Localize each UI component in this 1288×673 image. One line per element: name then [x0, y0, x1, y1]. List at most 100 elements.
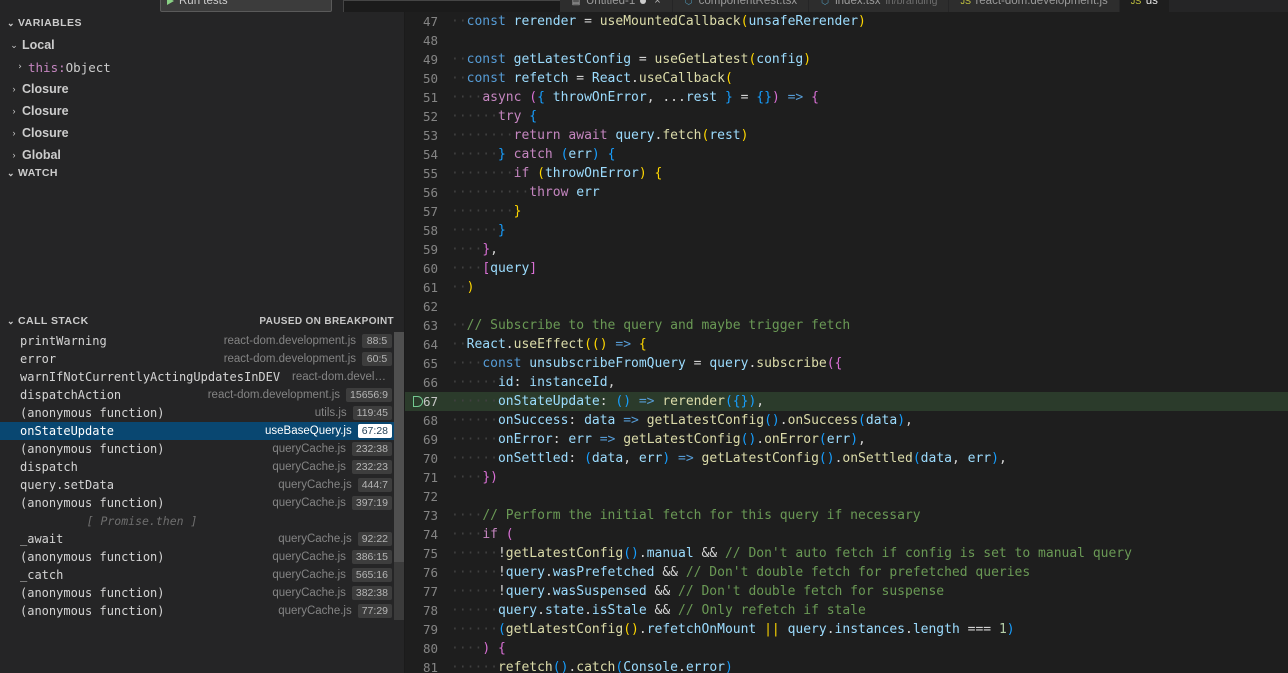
- variable-row[interactable]: › this: Object: [0, 56, 404, 78]
- editor-tab[interactable]: ▤ Untitled-1 ×: [560, 0, 673, 12]
- code-line[interactable]: 71 ····}): [405, 468, 1288, 487]
- scrollbar-thumb[interactable]: [394, 332, 404, 562]
- frame-function-name: dispatch: [20, 460, 78, 474]
- frame-function-name: _catch: [20, 568, 64, 582]
- code-line-text: ····) {: [451, 641, 506, 656]
- code-line[interactable]: 50 ··const refetch = React.useCallback(: [405, 69, 1288, 88]
- code-line[interactable]: 61 ··): [405, 278, 1288, 297]
- code-line[interactable]: 62: [405, 297, 1288, 316]
- frame-position-badge: 444:7: [357, 478, 392, 492]
- variable-row[interactable]: › Closure: [0, 122, 404, 144]
- code-line[interactable]: 48: [405, 31, 1288, 50]
- code-line[interactable]: 73 ····// Perform the initial fetch for t…: [405, 506, 1288, 525]
- line-number: 63: [422, 318, 438, 333]
- code-line[interactable]: 75 ······!getLatestConfig().manual && // …: [405, 544, 1288, 563]
- editor-tab[interactable]: JS react-dom.development.js: [949, 0, 1120, 12]
- frame-position-badge: 119:45: [352, 406, 392, 420]
- play-icon[interactable]: [167, 0, 174, 5]
- code-line[interactable]: 77 ······!query.wasSuspensed && // Don't …: [405, 582, 1288, 601]
- code-line[interactable]: 72: [405, 487, 1288, 506]
- code-line[interactable]: 56 ··········throw err: [405, 183, 1288, 202]
- line-number: 50: [422, 71, 438, 86]
- watch-section-header[interactable]: ⌄ WATCH: [0, 162, 404, 184]
- variables-tree[interactable]: ⌄ Local › this: Object › Closure › Closure › Clos…: [0, 34, 404, 162]
- variable-row[interactable]: › Closure: [0, 100, 404, 122]
- code-line[interactable]: 52 ······try {: [405, 107, 1288, 126]
- code-line[interactable]: 60 ····[query]: [405, 259, 1288, 278]
- close-icon[interactable]: ×: [654, 0, 660, 7]
- editor-tab[interactable]: ⬡ index.tsx in/branding: [809, 0, 950, 12]
- watch-list[interactable]: [0, 184, 404, 310]
- callstack-frame-row[interactable]: query.setData queryCache.js 444:7: [0, 476, 404, 494]
- code-line[interactable]: 78 ······query.state.isStale && // Only r…: [405, 601, 1288, 620]
- frame-function-name: warnIfNotCurrentlyActingUpdatesInDEV: [20, 370, 281, 384]
- callstack-frame-row[interactable]: (anonymous function) queryCache.js 77:29: [0, 602, 404, 620]
- run-configuration-selector[interactable]: Run tests: [160, 0, 332, 12]
- code-line[interactable]: 55 ········if (throwOnError) {: [405, 164, 1288, 183]
- chevron-right-icon[interactable]: ›: [6, 106, 22, 116]
- callstack-frame-row[interactable]: (anonymous function) queryCache.js 232:38: [0, 440, 404, 458]
- code-line[interactable]: 69 ······onError: err => getLatestConfig(…: [405, 430, 1288, 449]
- callstack-frame-row[interactable]: (anonymous function) queryCache.js 397:19: [0, 494, 404, 512]
- variable-name: Local: [22, 38, 55, 52]
- code-line[interactable]: 67 ······onStateUpdate: () => rerender({}…: [405, 392, 1288, 411]
- line-number: 54: [422, 147, 438, 162]
- code-line[interactable]: 79 ······(getLatestConfig().refetchOnMoun…: [405, 620, 1288, 639]
- line-number: 58: [422, 223, 438, 238]
- code-line[interactable]: 63 ··// Subscribe to the query and maybe …: [405, 316, 1288, 335]
- variable-row[interactable]: › Global: [0, 144, 404, 162]
- code-line[interactable]: 47 ··const rerender = useMountedCallback(…: [405, 12, 1288, 31]
- chevron-right-icon[interactable]: ›: [6, 84, 22, 94]
- variable-row[interactable]: ⌄ Local: [0, 34, 404, 56]
- code-line[interactable]: 66 ······id: instanceId,: [405, 373, 1288, 392]
- code-line-text: ··const rerender = useMountedCallback(un…: [451, 14, 866, 29]
- callstack-frame-row[interactable]: _catch queryCache.js 565:16: [0, 566, 404, 584]
- code-line[interactable]: 53 ········return await query.fetch(rest): [405, 126, 1288, 145]
- code-line[interactable]: 51 ····async ({ throwOnError, ...rest } =…: [405, 88, 1288, 107]
- code-line[interactable]: 64 ··React.useEffect(() => {: [405, 335, 1288, 354]
- code-line[interactable]: 49 ··const getLatestConfig = useGetLatest…: [405, 50, 1288, 69]
- chevron-right-icon[interactable]: ›: [12, 62, 28, 72]
- editor-tab[interactable]: ⬡ componentRest.tsx: [672, 0, 810, 12]
- chevron-down-icon: ⌄: [7, 17, 15, 28]
- frame-function-name: (anonymous function): [20, 604, 165, 618]
- code-line[interactable]: 81 ······refetch().catch(Console.error): [405, 658, 1288, 673]
- code-line[interactable]: 59 ····},: [405, 240, 1288, 259]
- chevron-right-icon[interactable]: ›: [6, 150, 22, 160]
- callstack-frame-row[interactable]: (anonymous function) utils.js 119:45: [0, 404, 404, 422]
- callstack-frame-row[interactable]: (anonymous function) queryCache.js 386:15: [0, 548, 404, 566]
- code-editor[interactable]: 47 ··const rerender = useMountedCallback(…: [405, 12, 1288, 673]
- frame-file-name: queryCache.js: [272, 443, 346, 455]
- callstack-frame-row[interactable]: onStateUpdate useBaseQuery.js 67:28: [0, 422, 404, 440]
- callstack-frame-row[interactable]: dispatchAction react-dom.development.js 15…: [0, 386, 404, 404]
- unsaved-indicator-icon[interactable]: [640, 0, 647, 4]
- callstack-list[interactable]: printWarning react-dom.development.js 88:5…: [0, 332, 404, 620]
- code-line-text: ······onError: err => getLatestConfig().…: [451, 432, 866, 447]
- code-line[interactable]: 70 ······onSettled: (data, err) => getLat…: [405, 449, 1288, 468]
- callstack-frame-row[interactable]: dispatch queryCache.js 232:23: [0, 458, 404, 476]
- callstack-frame-row[interactable]: (anonymous function) queryCache.js 382:38: [0, 584, 404, 602]
- code-line[interactable]: 65 ····const unsubscribeFromQuery = query…: [405, 354, 1288, 373]
- code-line[interactable]: 74 ····if (: [405, 525, 1288, 544]
- callstack-frame-row[interactable]: warnIfNotCurrentlyActingUpdatesInDEV reac…: [0, 368, 404, 386]
- code-line[interactable]: 80 ····) {: [405, 639, 1288, 658]
- code-line[interactable]: 68 ······onSuccess: data => getLatestConf…: [405, 411, 1288, 430]
- editor-tab[interactable]: JS us: [1119, 0, 1170, 12]
- line-number: 77: [422, 584, 438, 599]
- chevron-down-icon[interactable]: ⌄: [6, 40, 22, 51]
- code-line[interactable]: 58 ······}: [405, 221, 1288, 240]
- code-line[interactable]: 76 ······!query.wasPrefetched && // Don't…: [405, 563, 1288, 582]
- callstack-frame-row[interactable]: printWarning react-dom.development.js 88:5: [0, 332, 404, 350]
- code-line[interactable]: 54 ······} catch (err) {: [405, 145, 1288, 164]
- callstack-frame-row[interactable]: error react-dom.development.js 60:5: [0, 350, 404, 368]
- callstack-frame-row[interactable]: _await queryCache.js 92:22: [0, 530, 404, 548]
- code-line[interactable]: 57 ········}: [405, 202, 1288, 221]
- chevron-right-icon[interactable]: ›: [6, 128, 22, 138]
- code-line-text: ····},: [451, 242, 498, 257]
- editor-tab-label: index.tsx: [835, 0, 881, 7]
- callstack-scrollbar[interactable]: [394, 332, 404, 620]
- callstack-section-header[interactable]: ⌄ CALL STACK PAUSED ON BREAKPOINT: [0, 310, 404, 332]
- frame-function-name: query.setData: [20, 478, 114, 492]
- variables-section-header[interactable]: ⌄ VARIABLES: [0, 12, 404, 34]
- variable-row[interactable]: › Closure: [0, 78, 404, 100]
